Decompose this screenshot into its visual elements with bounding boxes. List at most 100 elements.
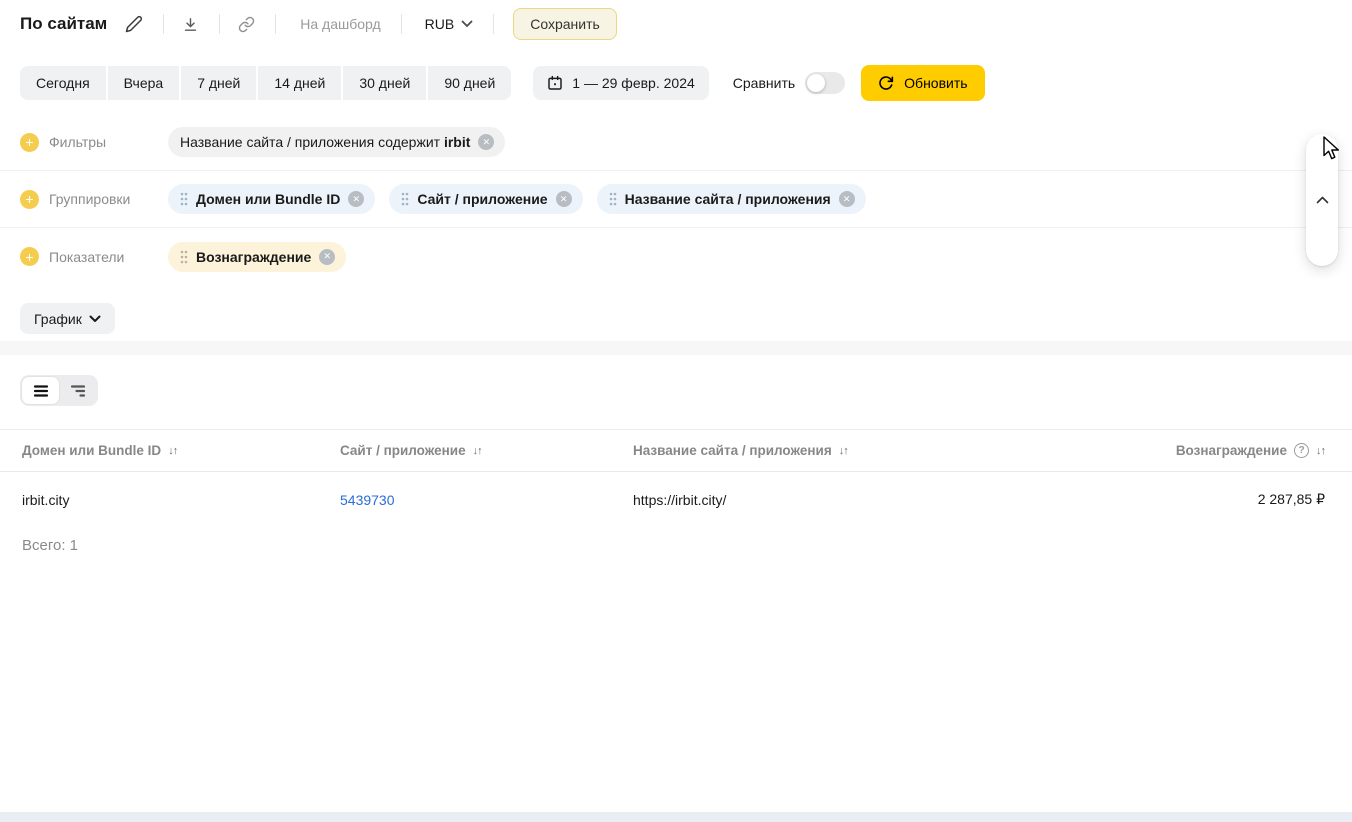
column-header-domain[interactable]: Домен или Bundle ID ↓↑ xyxy=(22,443,340,458)
filter-chip[interactable]: Название сайта / приложения содержит irb… xyxy=(168,127,506,157)
chart-dropdown-label: График xyxy=(34,310,82,327)
total-count: Всего: 1 xyxy=(22,537,79,554)
currency-select[interactable]: RUB xyxy=(425,16,474,32)
column-header-site-name[interactable]: Название сайта / приложения ↓↑ xyxy=(633,443,1125,458)
refresh-icon xyxy=(878,75,894,91)
groupings-label: Группировки xyxy=(49,191,131,207)
cell-reward: 2 287,85 ₽ xyxy=(1257,491,1325,507)
page-title: По сайтам xyxy=(20,14,108,33)
remove-grouping-icon[interactable]: ✕ xyxy=(838,191,855,207)
sort-icon[interactable]: ↓↑ xyxy=(1316,445,1326,457)
chevron-down-icon xyxy=(461,20,473,28)
remove-filter-icon[interactable]: ✕ xyxy=(478,134,495,150)
divider xyxy=(163,14,165,34)
refresh-label: Обновить xyxy=(904,75,968,91)
add-grouping-button[interactable]: + xyxy=(20,189,39,209)
sort-icon[interactable]: ↓↑ xyxy=(473,445,483,457)
divider xyxy=(275,14,277,34)
chevron-down-icon xyxy=(89,315,101,323)
tree-view-button[interactable] xyxy=(59,377,96,404)
column-header-label: Домен или Bundle ID xyxy=(22,443,162,458)
currency-value: RUB xyxy=(424,16,455,32)
grouping-chip-site[interactable]: Сайт / приложение ✕ xyxy=(389,184,583,214)
divider xyxy=(493,14,495,34)
pencil-icon xyxy=(125,15,143,33)
preset-14-days[interactable]: 14 дней xyxy=(258,66,342,100)
drag-handle-icon[interactable] xyxy=(180,250,188,264)
column-header-label: Вознаграждение xyxy=(1175,443,1287,458)
report-table: Домен или Bundle ID ↓↑ Сайт / приложение… xyxy=(0,429,1352,554)
preset-yesterday[interactable]: Вчера xyxy=(107,66,180,100)
groupings-head: + Группировки xyxy=(20,189,168,209)
remove-grouping-icon[interactable]: ✕ xyxy=(348,191,365,207)
grouping-chip-label: Домен или Bundle ID xyxy=(196,191,341,207)
grouping-chip-site-name[interactable]: Название сайта / приложения ✕ xyxy=(596,184,866,214)
date-range-value: 1 — 29 февр. 2024 xyxy=(572,75,695,91)
drag-handle-icon[interactable] xyxy=(609,192,617,206)
grouping-chip-label: Название сайта / приложения xyxy=(624,191,831,207)
divider xyxy=(219,14,221,34)
grouping-chip-label: Сайт / приложение xyxy=(417,191,548,207)
add-filter-button[interactable]: + xyxy=(20,132,39,152)
report-settings: + Фильтры Название сайта / приложения со… xyxy=(0,114,1352,285)
chevron-up-icon xyxy=(1316,196,1329,204)
filters-head: + Фильтры xyxy=(20,132,168,152)
drag-handle-icon[interactable] xyxy=(401,192,409,206)
bottom-scrollbar-track[interactable] xyxy=(0,812,1352,822)
metric-chip-reward[interactable]: Вознаграждение ✕ xyxy=(168,241,347,272)
drag-handle-icon[interactable] xyxy=(180,192,188,206)
metrics-row: + Показатели Вознаграждение ✕ xyxy=(0,228,1352,285)
compare-toggle[interactable] xyxy=(805,72,846,94)
divider xyxy=(400,14,402,34)
date-range-button[interactable]: 1 — 29 февр. 2024 xyxy=(533,66,709,100)
cell-site: 5439730 xyxy=(340,492,633,508)
remove-metric-icon[interactable]: ✕ xyxy=(319,248,336,265)
column-header-site[interactable]: Сайт / приложение ↓↑ xyxy=(340,443,633,458)
metric-chip-label: Вознаграждение xyxy=(196,248,312,265)
preset-7-days[interactable]: 7 дней xyxy=(181,66,257,100)
flat-view-button[interactable] xyxy=(22,377,59,404)
share-link-button[interactable] xyxy=(238,16,255,33)
calendar-icon xyxy=(547,75,563,91)
metrics-head: + Показатели xyxy=(20,247,168,266)
column-header-label: Название сайта / приложения xyxy=(633,443,832,458)
save-button[interactable]: Сохранить xyxy=(513,8,617,40)
column-header-reward[interactable]: Вознаграждение ? ↓↑ xyxy=(1125,443,1326,458)
download-icon xyxy=(182,16,199,33)
download-button[interactable] xyxy=(182,16,199,33)
metrics-label: Показатели xyxy=(49,248,125,265)
site-id-link[interactable]: 5439730 xyxy=(340,492,395,508)
filter-chip-value: irbit xyxy=(443,134,471,150)
filters-label: Фильтры xyxy=(49,134,107,150)
compare-label: Сравнить xyxy=(732,75,796,91)
question-icon[interactable]: ? xyxy=(1294,443,1309,458)
remove-grouping-icon[interactable]: ✕ xyxy=(555,191,572,207)
collapse-panel-button[interactable] xyxy=(1306,134,1338,266)
table-row: irbit.city 5439730 https://irbit.city/ 2… xyxy=(0,472,1352,527)
filters-row: + Фильтры Название сайта / приложения со… xyxy=(0,114,1352,171)
grouping-chip-domain[interactable]: Домен или Bundle ID ✕ xyxy=(168,184,376,214)
refresh-button[interactable]: Обновить xyxy=(861,65,985,101)
edit-report-button[interactable] xyxy=(125,15,143,33)
preset-90-days[interactable]: 90 дней xyxy=(428,66,512,100)
section-divider-band xyxy=(0,341,1352,355)
tree-list-icon xyxy=(69,382,87,400)
flat-list-icon xyxy=(32,382,50,400)
cell-domain: irbit.city xyxy=(22,491,70,508)
dashboard-link[interactable]: На дашборд xyxy=(300,16,380,32)
add-metric-button[interactable]: + xyxy=(20,247,39,266)
date-preset-group: Сегодня Вчера 7 дней 14 дней 30 дней 90 … xyxy=(20,66,512,100)
sort-icon[interactable]: ↓↑ xyxy=(168,445,178,457)
cell-site-name: https://irbit.city/ xyxy=(633,491,727,508)
table-header-row: Домен или Bundle ID ↓↑ Сайт / приложение… xyxy=(0,429,1352,472)
chart-dropdown-button[interactable]: График xyxy=(20,303,115,334)
preset-30-days[interactable]: 30 дней xyxy=(343,66,427,100)
filter-chip-text: Название сайта / приложения содержит irb… xyxy=(180,134,471,150)
sort-icon[interactable]: ↓↑ xyxy=(839,445,849,457)
column-header-label: Сайт / приложение xyxy=(340,443,466,458)
groupings-row: + Группировки Домен или Bundle ID ✕ Сайт… xyxy=(0,171,1352,228)
link-icon xyxy=(238,16,255,33)
preset-today[interactable]: Сегодня xyxy=(20,66,106,100)
toggle-knob xyxy=(807,74,826,92)
table-view-switch xyxy=(20,375,98,406)
